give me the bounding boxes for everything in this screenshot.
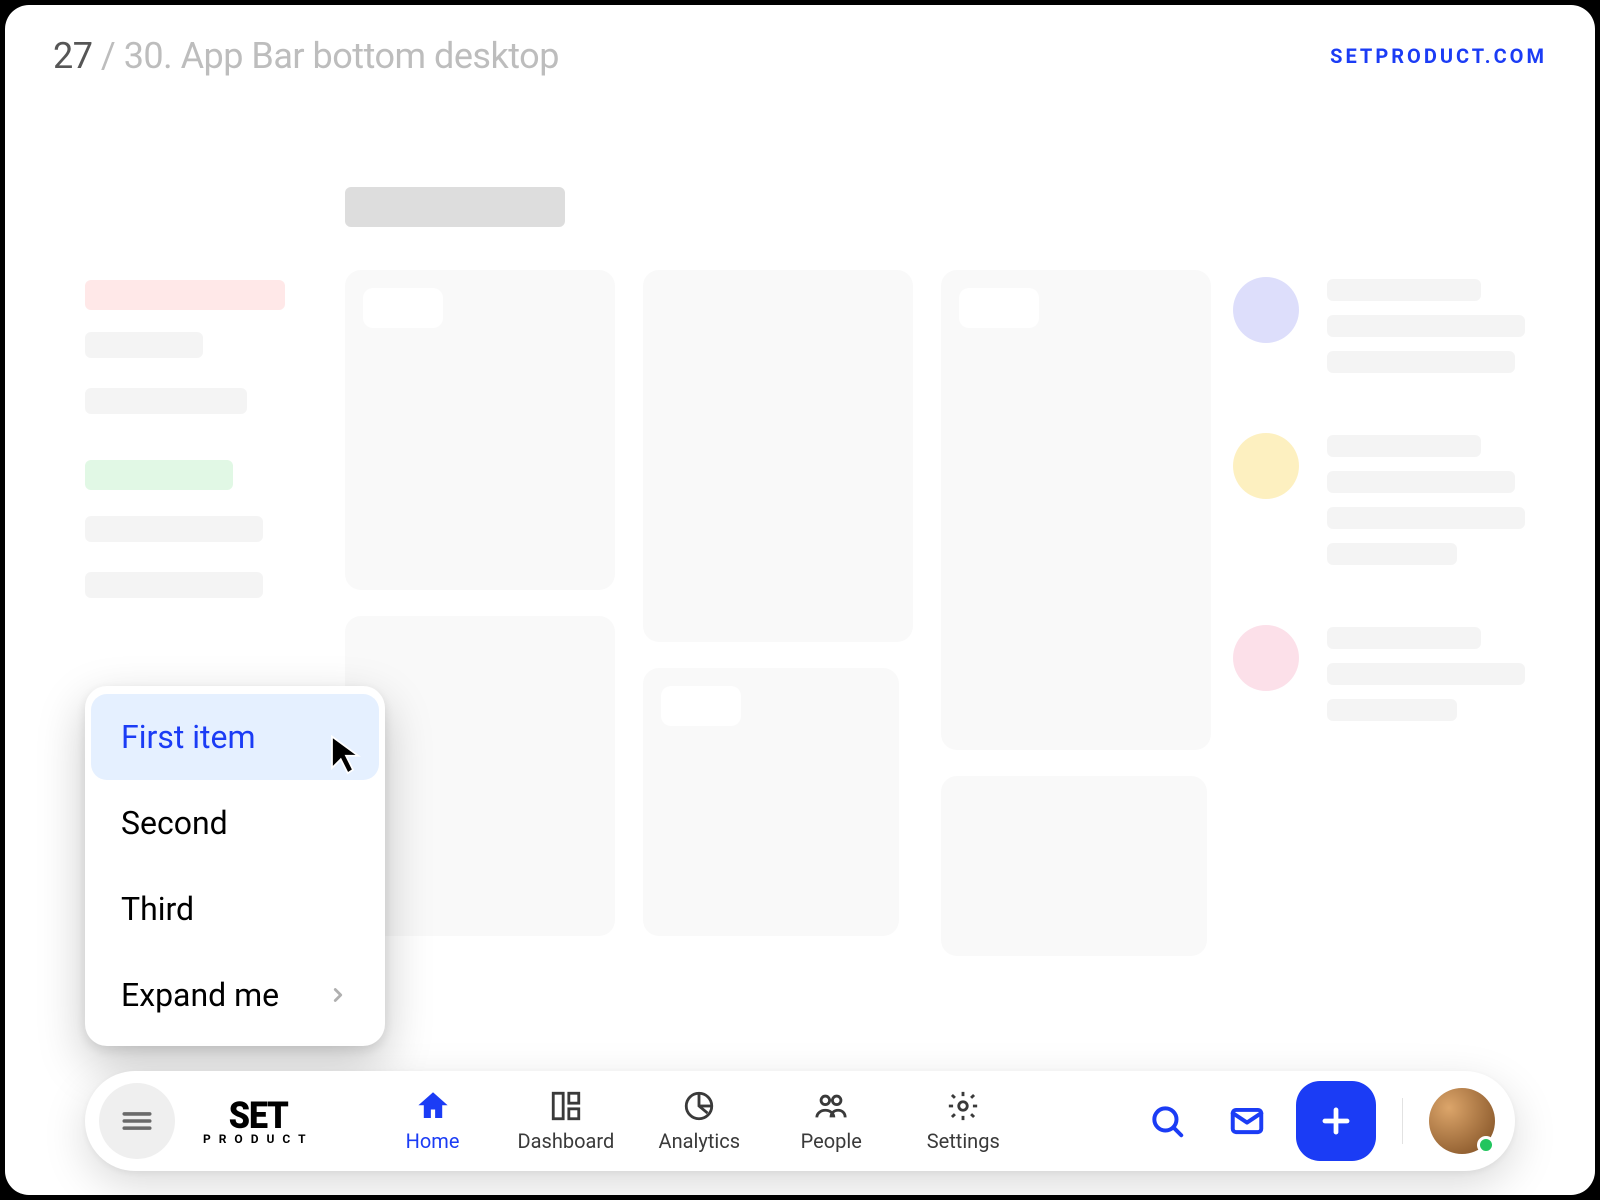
nav-item-people[interactable]: People: [784, 1089, 878, 1153]
status-dot-online: [1477, 1136, 1495, 1154]
people-icon: [814, 1089, 848, 1123]
list-item: [1233, 433, 1525, 565]
skeleton-chip-red: [85, 280, 285, 310]
nav-item-analytics[interactable]: Analytics: [652, 1089, 746, 1153]
nav-label: Dashboard: [518, 1129, 615, 1153]
brand-logo[interactable]: SET PRODUCT: [203, 1096, 314, 1146]
plus-icon: [1317, 1102, 1355, 1140]
skeleton-card: [345, 616, 615, 936]
window-frame: 27 / 30. App Bar bottom desktop SETPRODU…: [5, 5, 1595, 1195]
logo-text-top: SET: [229, 1094, 288, 1138]
dashboard-icon: [549, 1089, 583, 1123]
menu-item-expand[interactable]: Expand me: [91, 952, 379, 1038]
skeleton-chip: [363, 288, 443, 328]
avatar-blue: [1233, 277, 1299, 343]
brand-link[interactable]: SETPRODUCT.COM: [1330, 44, 1547, 68]
page-counter-current: 27: [53, 35, 92, 77]
nav-label: People: [801, 1129, 862, 1153]
skeleton-card: [345, 270, 615, 590]
list-item: [1233, 625, 1525, 721]
list-item: [1233, 277, 1525, 373]
skeleton-card: [941, 776, 1207, 956]
menu-item-label: First item: [121, 718, 256, 756]
skeleton-line: [85, 572, 263, 598]
menu-item-second[interactable]: Second: [91, 780, 379, 866]
nav-label: Home: [406, 1129, 460, 1153]
skeleton-chip: [661, 686, 741, 726]
page-counter: 27 / 30. App Bar bottom desktop: [53, 35, 559, 77]
bottom-app-bar: SET PRODUCT Home Dashboard Analytics Peo…: [85, 1071, 1515, 1171]
page-counter-total: / 30. App Bar bottom desktop: [101, 35, 559, 77]
chevron-right-icon: [327, 976, 349, 1014]
home-icon: [416, 1089, 450, 1123]
mail-button[interactable]: [1216, 1090, 1278, 1152]
skeleton-cards: [345, 270, 1211, 956]
skeleton-line: [85, 388, 247, 414]
menu-item-label: Third: [121, 890, 194, 928]
skeleton-card: [643, 668, 899, 936]
divider: [1402, 1098, 1403, 1144]
menu-item-label: Expand me: [121, 976, 279, 1014]
gear-icon: [946, 1089, 980, 1123]
hamburger-button[interactable]: [99, 1083, 175, 1159]
skeleton-line: [85, 516, 263, 542]
avatar[interactable]: [1429, 1088, 1495, 1154]
skeleton-left-column: [85, 280, 285, 616]
menu-item-first[interactable]: First item: [91, 694, 379, 780]
skeleton-right-list: [1233, 277, 1525, 781]
skeleton-line: [85, 332, 203, 358]
nav-item-settings[interactable]: Settings: [916, 1089, 1010, 1153]
avatar-yellow: [1233, 433, 1299, 499]
skeleton-chip-green: [85, 460, 233, 490]
avatar-pink: [1233, 625, 1299, 691]
header: 27 / 30. App Bar bottom desktop SETPRODU…: [53, 35, 1547, 77]
add-button[interactable]: [1296, 1081, 1376, 1161]
menu-item-third[interactable]: Third: [91, 866, 379, 952]
analytics-icon: [682, 1089, 716, 1123]
skeleton-card: [941, 270, 1211, 750]
search-button[interactable]: [1136, 1090, 1198, 1152]
popup-menu: First item Second Third Expand me: [85, 686, 385, 1046]
skeleton-card: [643, 270, 913, 642]
hamburger-icon: [120, 1104, 154, 1138]
nav-item-home[interactable]: Home: [386, 1089, 480, 1153]
nav-label: Analytics: [659, 1129, 741, 1153]
nav-label: Settings: [927, 1129, 1000, 1153]
menu-item-label: Second: [121, 804, 228, 842]
skeleton-title: [345, 187, 565, 227]
search-icon: [1148, 1102, 1186, 1140]
nav-tabs: Home Dashboard Analytics People Settings: [386, 1089, 1011, 1153]
mail-icon: [1228, 1102, 1266, 1140]
skeleton-chip: [959, 288, 1039, 328]
nav-item-dashboard[interactable]: Dashboard: [518, 1089, 615, 1153]
